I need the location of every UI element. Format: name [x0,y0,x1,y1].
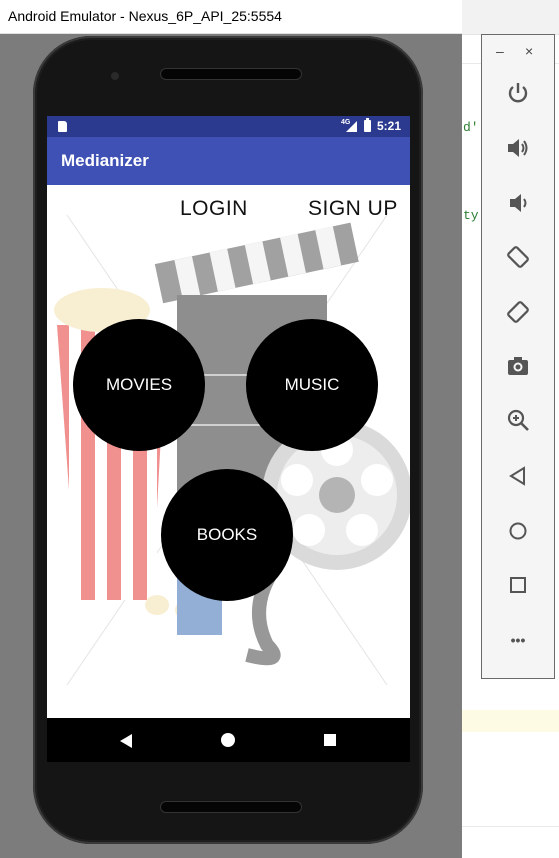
app-bar: Medianizer [47,137,410,185]
overview-icon[interactable] [500,567,536,603]
ide-tab-strip [462,0,559,35]
home-icon[interactable] [500,513,536,549]
volume-up-icon[interactable] [500,130,536,166]
bottom-speaker [161,802,301,812]
emulator-titlebar[interactable]: Android Emulator - Nexus_6P_API_25:5554 [0,0,462,34]
window-title: Android Emulator - Nexus_6P_API_25:5554 [8,8,282,24]
nav-home-icon[interactable] [221,733,235,747]
camera-icon[interactable] [500,348,536,384]
device-screen: 4G 5:21 Medianizer LOGIN SIGN UP MOVIES … [47,116,410,762]
status-bar: 4G 5:21 [47,116,410,137]
ide-code-line: d' [463,120,479,135]
music-button-label: MUSIC [284,375,340,394]
navigation-bar [47,718,410,762]
emulator-toolbar: – × ••• [481,34,555,679]
login-link[interactable]: LOGIN [180,197,248,221]
emulator-window: Android Emulator - Nexus_6P_API_25:5554 … [0,0,462,858]
back-icon[interactable] [500,458,536,494]
battery-icon [364,118,371,132]
volume-down-icon[interactable] [500,185,536,221]
front-camera [111,72,119,80]
zoom-icon[interactable] [500,402,536,438]
nav-recents-icon[interactable] [324,734,336,746]
main-content: LOGIN SIGN UP MOVIES MUSIC BOOKS [47,185,410,718]
signal-icon [346,121,357,132]
books-button[interactable]: BOOKS [161,469,293,601]
ide-divider [462,826,559,827]
ide-code-line: ty [463,208,479,223]
nav-back-icon[interactable] [120,734,132,748]
status-time: 5:21 [377,119,402,133]
toolbar-close-button[interactable]: × [525,43,533,59]
rotate-right-icon[interactable] [500,294,536,330]
media-background-image [54,214,410,686]
power-icon[interactable] [500,75,536,111]
music-button[interactable]: MUSIC [246,319,378,451]
toolbar-minimize-button[interactable]: – [496,43,504,59]
signup-link[interactable]: SIGN UP [308,197,398,221]
app-title: Medianizer [61,151,149,170]
ide-current-line [462,710,559,732]
top-speaker [161,69,301,79]
sd-card-icon [58,121,67,132]
movies-button-label: MOVIES [105,375,173,394]
rotate-left-icon[interactable] [500,239,536,275]
books-button-label: BOOKS [196,525,258,544]
movies-button[interactable]: MOVIES [73,319,205,451]
more-icon[interactable]: ••• [500,622,536,658]
